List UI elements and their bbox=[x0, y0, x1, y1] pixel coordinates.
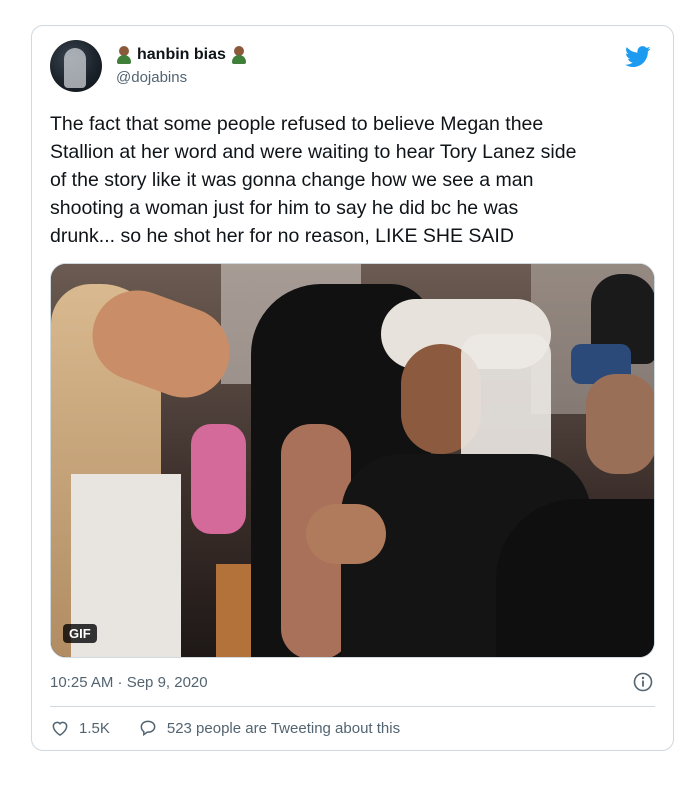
author-name-row[interactable]: hanbin bias bbox=[116, 46, 247, 64]
tweet-actions: 1.5K 523 people are Tweeting about this bbox=[50, 718, 428, 738]
heart-icon bbox=[52, 721, 68, 736]
speech-bubble-icon bbox=[140, 720, 156, 737]
conversation-link[interactable]: 523 people are Tweeting about this bbox=[138, 718, 400, 738]
user-handle[interactable]: @dojabins bbox=[116, 69, 187, 86]
gif-badge: GIF bbox=[63, 624, 97, 643]
avatar[interactable] bbox=[50, 40, 102, 92]
person-emoji-icon bbox=[116, 46, 132, 64]
like-button[interactable]: 1.5K bbox=[50, 718, 110, 738]
info-icon[interactable] bbox=[633, 672, 653, 692]
tweet-timestamp[interactable]: 10:25 AM · Sep 9, 2020 bbox=[50, 674, 208, 691]
tweet-text: The fact that some people refused to bel… bbox=[50, 113, 577, 247]
conversation-text: 523 people are Tweeting about this bbox=[166, 719, 401, 737]
display-name[interactable]: hanbin bias bbox=[137, 46, 226, 64]
divider bbox=[50, 706, 655, 707]
like-count: 1.5K bbox=[79, 719, 110, 737]
person-emoji-icon bbox=[231, 46, 247, 64]
twitter-bird-icon[interactable] bbox=[625, 46, 651, 68]
tweet-gif-media[interactable]: GIF bbox=[50, 263, 655, 658]
tweet-card: hanbin bias @dojabins The fact that some… bbox=[31, 25, 674, 751]
